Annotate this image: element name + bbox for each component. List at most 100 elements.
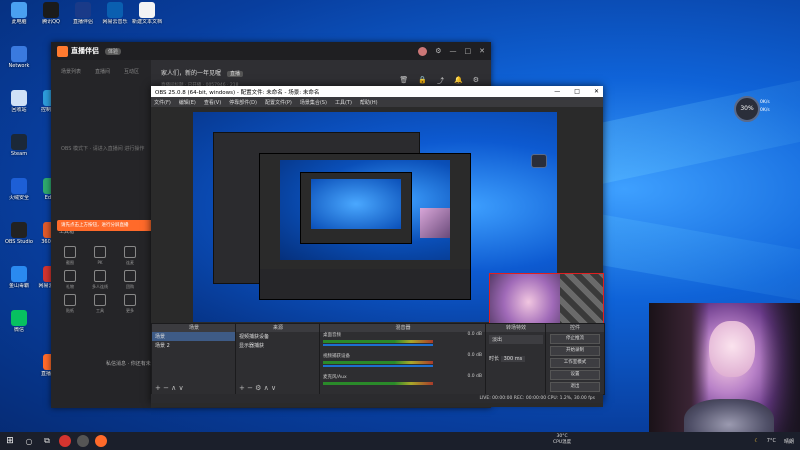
tool-label: PK bbox=[97, 260, 103, 265]
tool-label: 更多 bbox=[126, 308, 134, 313]
obs-menu-item[interactable]: 帮助(H) bbox=[360, 99, 378, 106]
desktop-icon[interactable]: OBS Studio bbox=[2, 222, 36, 258]
helper-titlebar[interactable]: 直播伴侣 体验 ⚙ — □ ✕ bbox=[51, 42, 491, 60]
tool-icon bbox=[94, 294, 106, 306]
delete-icon[interactable]: 🗑 bbox=[399, 76, 408, 86]
source-item[interactable]: 显示器捕获 bbox=[236, 341, 320, 350]
source-controls[interactable]: + − ⚙ ∧ ∨ bbox=[239, 384, 276, 392]
tool-label: 工具 bbox=[96, 308, 104, 313]
studio-mode-button[interactable]: 工作室模式 bbox=[550, 358, 600, 368]
tool-label: 团购 bbox=[126, 284, 134, 289]
helper-sidebar: 场景列表 直播间 互动区 OBS 模式下 · 请进入直播间 进行操作 工具箱 截… bbox=[51, 60, 151, 408]
toolbox-item[interactable]: 截图 bbox=[55, 246, 85, 266]
desktop-icon[interactable]: Steam bbox=[2, 134, 36, 170]
desktop-icon[interactable]: Network bbox=[2, 46, 36, 82]
app-icon bbox=[11, 46, 27, 62]
stop-streaming-button[interactable]: 停止推流 bbox=[550, 334, 600, 344]
share-icon[interactable]: ⤴ bbox=[437, 76, 444, 86]
duration-label: 时长 bbox=[489, 356, 500, 362]
gear-icon[interactable]: ⚙ bbox=[473, 76, 479, 86]
settings-button[interactable]: 设置 bbox=[550, 370, 600, 380]
desktop-icon[interactable]: 腾讯QQ bbox=[34, 2, 68, 38]
toolbox-item[interactable]: 工具 bbox=[85, 294, 115, 314]
obs-titlebar[interactable]: OBS 25.0.8 (64-bit, windows) - 配置文件: 未命名… bbox=[151, 86, 603, 97]
tab-interact[interactable]: 互动区 bbox=[124, 68, 139, 75]
tool-label: 截图 bbox=[66, 260, 74, 265]
obs-menu-item[interactable]: 编辑(E) bbox=[179, 99, 196, 106]
app-icon bbox=[139, 2, 155, 18]
task-view-icon[interactable]: ⧉ bbox=[38, 436, 56, 446]
mixer-track[interactable]: 桌面音频 0.0 dB bbox=[320, 332, 486, 353]
bell-icon[interactable]: 🔔 bbox=[454, 76, 463, 86]
tab-scenes[interactable]: 场景列表 bbox=[61, 68, 81, 75]
desktop-icon[interactable]: 网易云音乐 bbox=[98, 2, 132, 38]
scene-controls[interactable]: + − ∧ ∨ bbox=[155, 384, 184, 392]
toolbox-item[interactable]: 多人连线 bbox=[85, 270, 115, 290]
desktop-icon-label: 腾讯QQ bbox=[42, 19, 60, 25]
tab-room[interactable]: 直播间 bbox=[95, 68, 110, 75]
close-icon[interactable]: ✕ bbox=[594, 88, 599, 95]
desktop-icon[interactable]: 新建文本文档 bbox=[130, 2, 164, 38]
sources-title: 来源 bbox=[236, 324, 320, 332]
network-speed-widget[interactable]: 30% 0K/s 0K/s bbox=[734, 96, 784, 122]
scene-item[interactable]: 场景 bbox=[152, 332, 236, 341]
obs-menu-item[interactable]: 场景集合(S) bbox=[300, 99, 327, 106]
close-icon[interactable]: ✕ bbox=[479, 47, 485, 55]
search-icon[interactable]: ○ bbox=[20, 437, 38, 446]
netease-music-taskbar-icon[interactable] bbox=[59, 435, 71, 447]
obs-menu-item[interactable]: 工具(T) bbox=[335, 99, 352, 106]
toolbox-item[interactable]: 团购 bbox=[115, 270, 145, 290]
lock-icon[interactable]: 🔒 bbox=[418, 76, 427, 86]
desktop-icon[interactable]: 微信 bbox=[2, 310, 36, 346]
obs-docks: 场景 场景 场景 2 + − ∧ ∨ 来源 视频捕获设备 显示器捕获 + − ⚙… bbox=[151, 323, 605, 395]
controls-title: 控件 bbox=[546, 324, 604, 332]
app-logo-icon bbox=[57, 45, 68, 57]
cpu-temp-widget[interactable]: 30°C CPU温度 bbox=[553, 434, 571, 446]
toolbox-item[interactable]: PK bbox=[85, 246, 115, 266]
desktop-icon[interactable]: 此电脑 bbox=[2, 2, 36, 38]
split-screen-tip[interactable]: 请先点击上方按钮，进行分屏直播 bbox=[57, 220, 155, 231]
minimize-icon[interactable]: — bbox=[450, 47, 457, 55]
app-icon bbox=[11, 310, 27, 326]
app-icon bbox=[43, 2, 59, 18]
app-icon bbox=[11, 222, 27, 238]
scene-item[interactable]: 场景 2 bbox=[152, 341, 236, 350]
transition-select[interactable]: 淡出 bbox=[489, 335, 543, 344]
obs-menu-item[interactable]: 配置文件(P) bbox=[265, 99, 292, 106]
obs-menu-item[interactable]: 停靠部件(D) bbox=[229, 99, 257, 106]
tool-icon bbox=[64, 294, 76, 306]
source-item[interactable]: 视频捕获设备 bbox=[236, 332, 320, 341]
desktop-icon[interactable]: 直播伴侣 bbox=[66, 2, 100, 38]
weather-icon[interactable]: ☾ bbox=[754, 438, 758, 444]
settings-icon[interactable]: ⚙ bbox=[435, 47, 441, 55]
desktop-icon[interactable]: 回收站 bbox=[2, 90, 36, 126]
desktop-icon-label: 网易云音乐 bbox=[102, 19, 128, 25]
toolbox-item[interactable]: 礼物 bbox=[55, 270, 85, 290]
live-helper-taskbar-icon[interactable] bbox=[95, 435, 107, 447]
avatar-icon[interactable] bbox=[418, 46, 428, 56]
transitions-title: 转场特效 bbox=[486, 324, 546, 332]
tool-icon bbox=[64, 270, 76, 282]
start-recording-button[interactable]: 开始录制 bbox=[550, 346, 600, 356]
toolbox-item[interactable]: 更多 bbox=[115, 294, 145, 314]
desktop-icon[interactable]: 金山毒霸 bbox=[2, 266, 36, 302]
start-button[interactable]: ⊞ bbox=[0, 436, 20, 446]
obs-taskbar-icon[interactable] bbox=[77, 435, 89, 447]
obs-menu-item[interactable]: 查看(V) bbox=[204, 99, 221, 106]
duration-input[interactable]: 300 ms bbox=[500, 356, 526, 362]
maximize-icon[interactable]: □ bbox=[465, 47, 472, 55]
desktop-icon[interactable]: 火绒安全 bbox=[2, 178, 36, 214]
obs-menu-item[interactable]: 文件(F) bbox=[154, 99, 171, 106]
mixer-track[interactable]: 视频捕获设备 0.0 dB bbox=[320, 353, 486, 374]
temperature[interactable]: 7°C bbox=[767, 438, 776, 444]
mixer-track[interactable]: 麦克风/Aux 0.0 dB bbox=[320, 374, 486, 395]
minimize-icon[interactable]: — bbox=[554, 88, 560, 95]
obs-menubar: 文件(F) 编辑(E) 查看(V) 停靠部件(D) 配置文件(P) 场景集合(S) 工具(T… bbox=[151, 97, 603, 107]
exit-button[interactable]: 退出 bbox=[550, 382, 600, 392]
toolbox-item[interactable]: 贴纸 bbox=[55, 294, 85, 314]
obs-mode-message: OBS 模式下 · 请进入直播间 进行操作 bbox=[61, 146, 145, 152]
desktop-icon-label: 微信 bbox=[13, 327, 24, 333]
webcam-overlay bbox=[649, 303, 800, 450]
maximize-icon[interactable]: □ bbox=[574, 88, 580, 95]
toolbox-item[interactable]: 连麦 bbox=[115, 246, 145, 266]
